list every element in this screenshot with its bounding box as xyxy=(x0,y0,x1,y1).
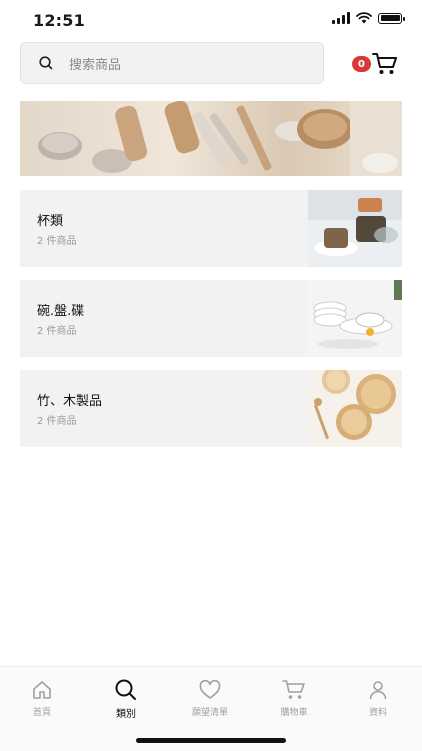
cart-count-badge: 0 xyxy=(352,56,371,72)
cart-button[interactable]: 0 xyxy=(352,50,402,80)
category-item-count: 2 件商品 xyxy=(37,416,77,427)
status-time: 12:51 xyxy=(33,11,85,30)
tab-label: 資料 xyxy=(368,708,387,718)
home-icon xyxy=(32,679,52,701)
cellular-signal-icon xyxy=(332,12,350,24)
tab-categories[interactable]: 類別 xyxy=(84,667,168,721)
tab-wishlist[interactable]: 願望清單 xyxy=(168,667,252,721)
category-thumbnail xyxy=(308,190,402,267)
search-bar[interactable]: 搜索商品 xyxy=(20,42,324,84)
tab-label: 願望清單 xyxy=(191,708,228,718)
category-name: 碗.盤.碟 xyxy=(37,304,85,319)
tab-label: 購物車 xyxy=(280,708,308,718)
tab-label: 類別 xyxy=(116,709,136,720)
heart-icon xyxy=(199,679,221,701)
search-placeholder: 搜索商品 xyxy=(69,57,122,73)
cart-icon xyxy=(372,53,397,74)
banner-image[interactable] xyxy=(20,101,402,176)
category-thumbnail xyxy=(308,280,402,357)
category-thumbnail xyxy=(308,370,402,447)
tab-cart[interactable]: 購物車 xyxy=(252,667,336,721)
category-item-count: 2 件商品 xyxy=(37,326,77,337)
cart-icon xyxy=(282,679,306,701)
home-indicator[interactable] xyxy=(136,738,286,743)
search-icon xyxy=(114,679,138,701)
category-name: 杯類 xyxy=(37,214,64,229)
user-icon xyxy=(368,679,388,701)
category-item-count: 2 件商品 xyxy=(37,236,77,247)
wifi-icon xyxy=(356,12,372,24)
system-icons xyxy=(332,12,405,24)
tab-home[interactable]: 首頁 xyxy=(0,667,84,721)
category-card-bamboo-wood[interactable]: 竹、木製品 2 件商品 xyxy=(20,370,402,447)
status-bar: 12:51 xyxy=(0,0,422,40)
category-name: 竹、木製品 xyxy=(37,394,103,409)
search-icon xyxy=(38,55,54,71)
banner-kitchenware-illustration xyxy=(38,101,402,176)
category-card-cups[interactable]: 杯類 2 件商品 xyxy=(20,190,402,267)
tab-label: 首頁 xyxy=(32,708,51,718)
category-card-bowls-plates[interactable]: 碗.盤.碟 2 件商品 xyxy=(20,280,402,357)
battery-icon xyxy=(378,12,405,24)
tab-profile[interactable]: 資料 xyxy=(336,667,420,721)
